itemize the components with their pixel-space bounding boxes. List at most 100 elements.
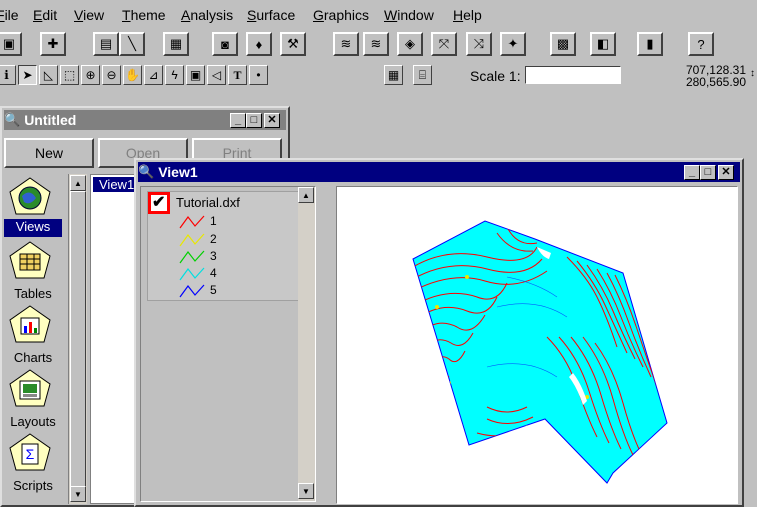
pencil-icon: ╲ — [128, 36, 136, 51]
view-maximize-button[interactable]: □ — [700, 165, 716, 180]
snap-tool[interactable]: ▦ — [384, 65, 403, 85]
zoom-active-button[interactable]: ≋ — [363, 32, 389, 56]
icon-scrollbar[interactable]: ▲ ▼ — [68, 174, 87, 504]
grid-select-icon: ▩ — [556, 36, 570, 51]
open-table-button[interactable]: ▦ — [163, 32, 189, 56]
scroll-down-button[interactable]: ▼ — [70, 486, 86, 502]
zoom-previous-button[interactable]: ✦ — [500, 32, 526, 56]
layouts-label: Layouts — [10, 414, 56, 429]
draw-point-tool[interactable]: • — [249, 65, 268, 85]
text-t-icon: T — [233, 67, 242, 82]
disk-icon: ▣ — [2, 36, 16, 51]
legend-symbol-3 — [179, 250, 205, 264]
toc-scrollbar[interactable]: ▲ ▼ — [298, 187, 315, 501]
close-button[interactable]: ✕ — [264, 113, 280, 128]
locate-button[interactable]: ♦ — [246, 32, 272, 56]
zoom-in-button[interactable]: ⤧ — [431, 32, 457, 56]
stairs-icon: ⌸ — [418, 67, 427, 82]
scroll-thumb[interactable] — [70, 191, 86, 491]
info-icon: ℹ — [4, 68, 9, 82]
legend-symbol-5 — [179, 284, 205, 298]
hotlink-tool[interactable]: ϟ — [165, 65, 184, 85]
down-arrow-icon: ▼ — [74, 489, 82, 499]
view-minimize-button[interactable]: _ — [684, 165, 700, 180]
dot-icon: • — [256, 68, 261, 82]
view-window: 🔍 View1 _ □ ✕ ✔ Tutorial.dxf 1 2 3 4 5 ▲… — [134, 158, 744, 507]
toc-scroll-down-button[interactable]: ▼ — [298, 483, 314, 499]
generalize-tool[interactable]: ⌸ — [413, 65, 432, 85]
area-of-interest-tool[interactable]: ▣ — [186, 65, 205, 85]
save-project-button[interactable]: ▣ — [0, 32, 22, 56]
add-theme-button[interactable]: ✚ — [40, 32, 66, 56]
pointer-tool[interactable]: ➤ — [18, 65, 37, 85]
lightning-icon: ϟ — [171, 68, 178, 82]
minimize-button[interactable]: _ — [230, 113, 246, 128]
maximize-button[interactable]: □ — [246, 113, 262, 128]
charts-icon-item[interactable] — [8, 304, 52, 347]
contour-map — [412, 220, 668, 484]
clear-selection-button[interactable]: ◧ — [590, 32, 616, 56]
identify-tool[interactable]: ℹ — [0, 65, 16, 85]
zoom-out-tool[interactable]: ⊖ — [102, 65, 121, 85]
menu-analysis[interactable]: Analysis — [181, 7, 233, 23]
view-title: View1 — [158, 164, 198, 180]
toc-scroll-up-button[interactable]: ▲ — [298, 187, 314, 203]
scripts-icon-item[interactable]: Σ — [8, 432, 52, 475]
project-titlebar[interactable]: 🔍 Untitled _ □ ✕ — [4, 110, 286, 130]
scroll-up-button[interactable]: ▲ — [70, 175, 86, 191]
tables-icon-item[interactable] — [8, 240, 52, 283]
menu-file[interactable]: File — [0, 7, 19, 23]
help-button[interactable]: ? — [688, 32, 714, 56]
tool-bar: ℹ ➤ ◺ ⬚ ⊕ ⊖ ✋ ⊿ ϟ ▣ ◁ T • ▦ ⌸ Scale 1: 7… — [0, 62, 757, 92]
menu-theme[interactable]: Theme — [122, 7, 166, 23]
measure-tool[interactable]: ⊿ — [144, 65, 163, 85]
create-chart-button[interactable]: ▮ — [637, 32, 663, 56]
theme-properties-button[interactable]: ▤ — [93, 32, 119, 56]
layouts-icon-item[interactable] — [8, 368, 52, 411]
ruler-icon: ⊿ — [148, 68, 159, 82]
edit-legend-button[interactable]: ╲ — [119, 32, 145, 56]
table-icon — [9, 241, 51, 279]
layers-icon: ≋ — [340, 36, 352, 51]
theme-entry[interactable]: ✔ Tutorial.dxf 1 2 3 4 5 — [147, 191, 303, 301]
properties-icon: ▤ — [99, 36, 113, 51]
text-tool[interactable]: T — [228, 65, 247, 85]
map-display[interactable] — [336, 186, 738, 504]
menu-help[interactable]: Help — [453, 7, 482, 23]
label-tool[interactable]: ◁ — [207, 65, 226, 85]
layout-icon — [9, 369, 51, 407]
vertex-icon: ◺ — [43, 68, 54, 82]
legend-label-5: 5 — [210, 283, 217, 297]
zoom-selected-button[interactable]: ◈ — [397, 32, 423, 56]
select-box-icon: ⬚ — [63, 68, 76, 82]
label-icon: ◁ — [211, 68, 222, 82]
menu-graphics[interactable]: Graphics — [313, 7, 369, 23]
scripts-label: Scripts — [13, 478, 53, 493]
minimize-icon: _ — [234, 114, 242, 126]
select-features-button[interactable]: ▩ — [550, 32, 576, 56]
zoom-in-tool[interactable]: ⊕ — [81, 65, 100, 85]
find-button[interactable]: ◙ — [212, 32, 238, 56]
svg-text:Σ: Σ — [26, 446, 35, 462]
globe-icon — [9, 177, 51, 215]
scale-input[interactable] — [525, 66, 621, 84]
scale-label: Scale 1: — [470, 68, 521, 84]
zoom-full-button[interactable]: ≋ — [333, 32, 359, 56]
select-feature-tool[interactable]: ⬚ — [60, 65, 79, 85]
query-builder-button[interactable]: ⚒ — [280, 32, 306, 56]
menu-window[interactable]: Window — [384, 7, 434, 23]
view-close-button[interactable]: ✕ — [718, 165, 734, 180]
views-label: Views — [4, 219, 62, 237]
new-button[interactable]: New — [4, 138, 94, 168]
pan-tool[interactable]: ✋ — [123, 65, 142, 85]
vertex-edit-tool[interactable]: ◺ — [39, 65, 58, 85]
menu-surface[interactable]: Surface — [247, 7, 295, 23]
menu-edit[interactable]: Edit — [33, 7, 57, 23]
magnify-plus-icon: ⊕ — [85, 68, 96, 82]
views-icon-item[interactable] — [8, 176, 52, 219]
view-titlebar[interactable]: 🔍 View1 _ □ ✕ — [138, 162, 740, 182]
zoom-out-button[interactable]: ⤨ — [466, 32, 492, 56]
arrows-icon: ↕ — [750, 68, 755, 79]
menu-view[interactable]: View — [74, 7, 104, 23]
theme-visibility-checkbox[interactable]: ✔ — [148, 192, 170, 214]
